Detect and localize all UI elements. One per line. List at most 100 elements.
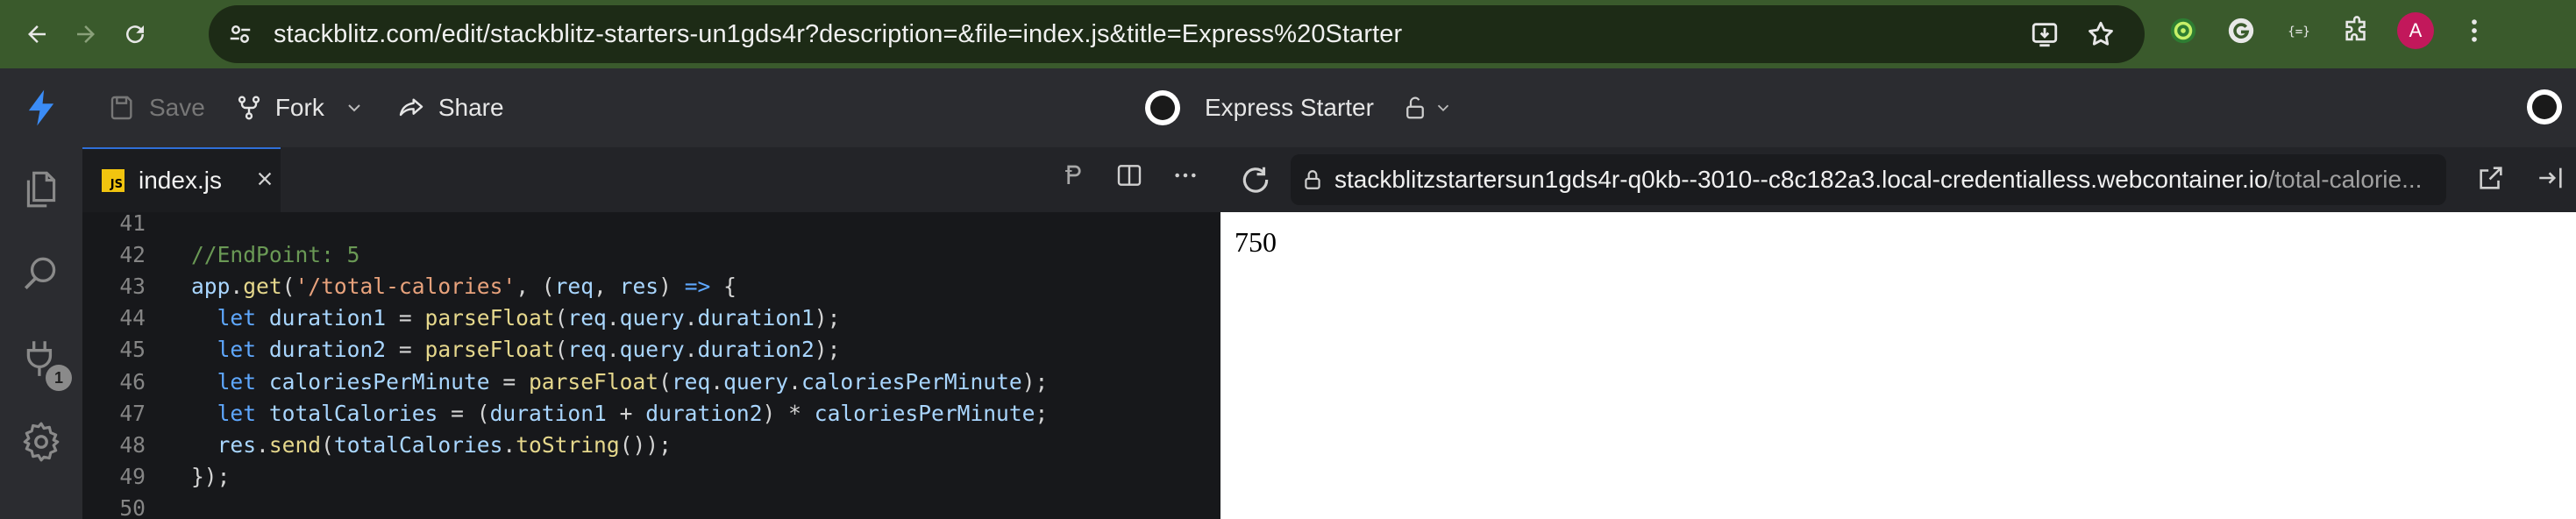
code-token: .	[606, 337, 620, 363]
code-token: =>	[684, 273, 711, 299]
code-line[interactable]: 44 let duration1 = parseFloat(req.query.…	[82, 302, 1220, 334]
code-token: .	[606, 305, 620, 331]
unlock-icon	[1406, 96, 1424, 119]
close-tab-icon[interactable]	[255, 166, 274, 196]
code-token: parseFloat	[424, 337, 555, 363]
back-arrow-icon[interactable]	[12, 10, 61, 59]
response-output: 750	[1235, 226, 1277, 258]
extensions-badge: 1	[46, 365, 72, 391]
code-token: '/total-calories'	[295, 273, 516, 299]
browser-toolbar: stackblitz.com/edit/stackblitz-starters-…	[0, 0, 2576, 68]
reload-icon[interactable]	[110, 10, 160, 59]
code-token: {	[710, 273, 737, 299]
preview-url-bar[interactable]: stackblitzstartersun1gds4r-q0kb--3010--c…	[1291, 154, 2446, 205]
project-title[interactable]: Express Starter	[1205, 94, 1374, 122]
preview-reload-icon[interactable]	[1220, 163, 1291, 196]
share-button[interactable]: Share	[396, 94, 504, 122]
line-number: 47	[119, 400, 146, 426]
tab-index-js[interactable]: JS index.js	[82, 147, 281, 212]
code-line[interactable]: 47 let totalCalories = (duration1 + dura…	[82, 397, 1220, 429]
fork-button[interactable]: Fork	[235, 94, 324, 122]
extensions-plug-icon[interactable]: 1	[0, 316, 82, 400]
code-token: totalCalories	[333, 431, 503, 458]
code-token: app	[191, 273, 231, 299]
code-token: send	[268, 431, 322, 458]
save-button[interactable]: Save	[109, 94, 205, 122]
code-editor[interactable]: 41 42//EndPoint: 5 43 app.get('/total-calor…	[82, 210, 1220, 519]
code-token: (	[281, 273, 295, 299]
code-line[interactable]: 49});	[82, 461, 1220, 493]
stackblitz-logo-icon[interactable]	[0, 68, 82, 147]
user-avatar[interactable]	[2527, 89, 2562, 124]
open-in-new-window-icon[interactable]	[2476, 163, 2506, 197]
code-line[interactable]: 43 app.get('/total-calories', (req, res) …	[82, 270, 1220, 302]
code-text: });	[191, 464, 230, 489]
project-owner-avatar[interactable]	[1145, 90, 1180, 125]
install-app-icon[interactable]	[2027, 17, 2062, 52]
code-token: parseFloat	[424, 305, 555, 331]
code-token: let	[191, 305, 269, 331]
code-token: );	[814, 337, 841, 363]
chevron-down-icon	[1437, 104, 1449, 112]
code-token: duration1	[489, 400, 607, 426]
code-token: +	[606, 400, 646, 426]
grammarly-icon[interactable]	[2224, 13, 2259, 48]
line-number: 44	[119, 305, 146, 331]
javascript-file-icon: JS	[102, 169, 125, 192]
code-token: (	[658, 368, 672, 395]
code-line[interactable]: 41	[82, 207, 1220, 238]
code-token: (	[554, 337, 568, 363]
extension-target-icon[interactable]	[2166, 13, 2201, 48]
code-token: =	[489, 368, 529, 395]
code-line[interactable]: 50	[82, 493, 1220, 519]
code-token: .	[256, 431, 269, 458]
code-token: duration2	[645, 400, 763, 426]
code-line[interactable]: 48 res.send(totalCalories.toString());	[82, 429, 1220, 460]
code-line[interactable]: 45 let duration2 = parseFloat(req.query.…	[82, 334, 1220, 366]
code-token: ;	[1035, 400, 1049, 426]
line-number: 46	[119, 368, 146, 395]
settings-gear-icon[interactable]	[0, 400, 82, 484]
address-bar[interactable]: stackblitz.com/edit/stackblitz-starters-…	[209, 5, 2145, 63]
code-token: totalCalories	[268, 400, 438, 426]
code-line[interactable]: 42 //EndPoint: 5	[82, 238, 1220, 270]
save-disk-icon	[110, 96, 132, 120]
code-token: //EndPoint: 5	[191, 241, 360, 267]
json-extension-icon[interactable]: {=}	[2281, 13, 2316, 48]
preview-pane: 750	[1220, 212, 2576, 519]
code-token: res	[191, 431, 257, 458]
profile-avatar[interactable]: A	[2397, 12, 2434, 49]
close-preview-icon[interactable]	[2536, 163, 2565, 197]
forward-arrow-icon[interactable]	[61, 10, 110, 59]
search-icon[interactable]	[0, 231, 82, 316]
code-token: );	[1021, 368, 1049, 395]
save-label: Save	[149, 94, 205, 121]
explorer-files-icon[interactable]	[0, 147, 82, 231]
code-line[interactable]: 46 let caloriesPerMinute = parseFloat(re…	[82, 366, 1220, 397]
code-token: .	[684, 337, 698, 363]
code-token: let	[191, 400, 269, 426]
site-settings-icon[interactable]	[223, 17, 258, 52]
code-token: duration2	[697, 337, 815, 363]
line-number: 48	[119, 431, 146, 458]
code-token: .	[710, 368, 724, 395]
code-token: query	[619, 337, 685, 363]
split-editor-icon[interactable]	[1115, 161, 1143, 194]
fork-options-dropdown[interactable]	[344, 97, 365, 118]
more-menu-icon[interactable]	[2457, 13, 2492, 48]
editor-tabs-bar: JS index.js	[82, 147, 1220, 212]
extensions-puzzle-icon[interactable]	[2339, 13, 2374, 48]
address-bar-url[interactable]: stackblitz.com/edit/stackblitz-starters-…	[274, 20, 1402, 49]
line-number: 45	[119, 337, 146, 363]
code-text: //EndPoint: 5	[191, 242, 360, 267]
line-number: 49	[119, 464, 146, 490]
bookmark-star-icon[interactable]	[2083, 17, 2118, 52]
preview-url-host: stackblitzstartersun1gds4r-q0kb--3010--c…	[1334, 166, 2268, 193]
code-token: req	[671, 368, 711, 395]
share-label: Share	[438, 94, 504, 121]
more-actions-icon[interactable]	[1171, 161, 1199, 194]
code-token: duration1	[268, 305, 387, 331]
prettier-format-icon[interactable]	[1061, 162, 1087, 193]
code-token: );	[814, 305, 841, 331]
project-visibility-dropdown[interactable]	[1402, 95, 1453, 121]
